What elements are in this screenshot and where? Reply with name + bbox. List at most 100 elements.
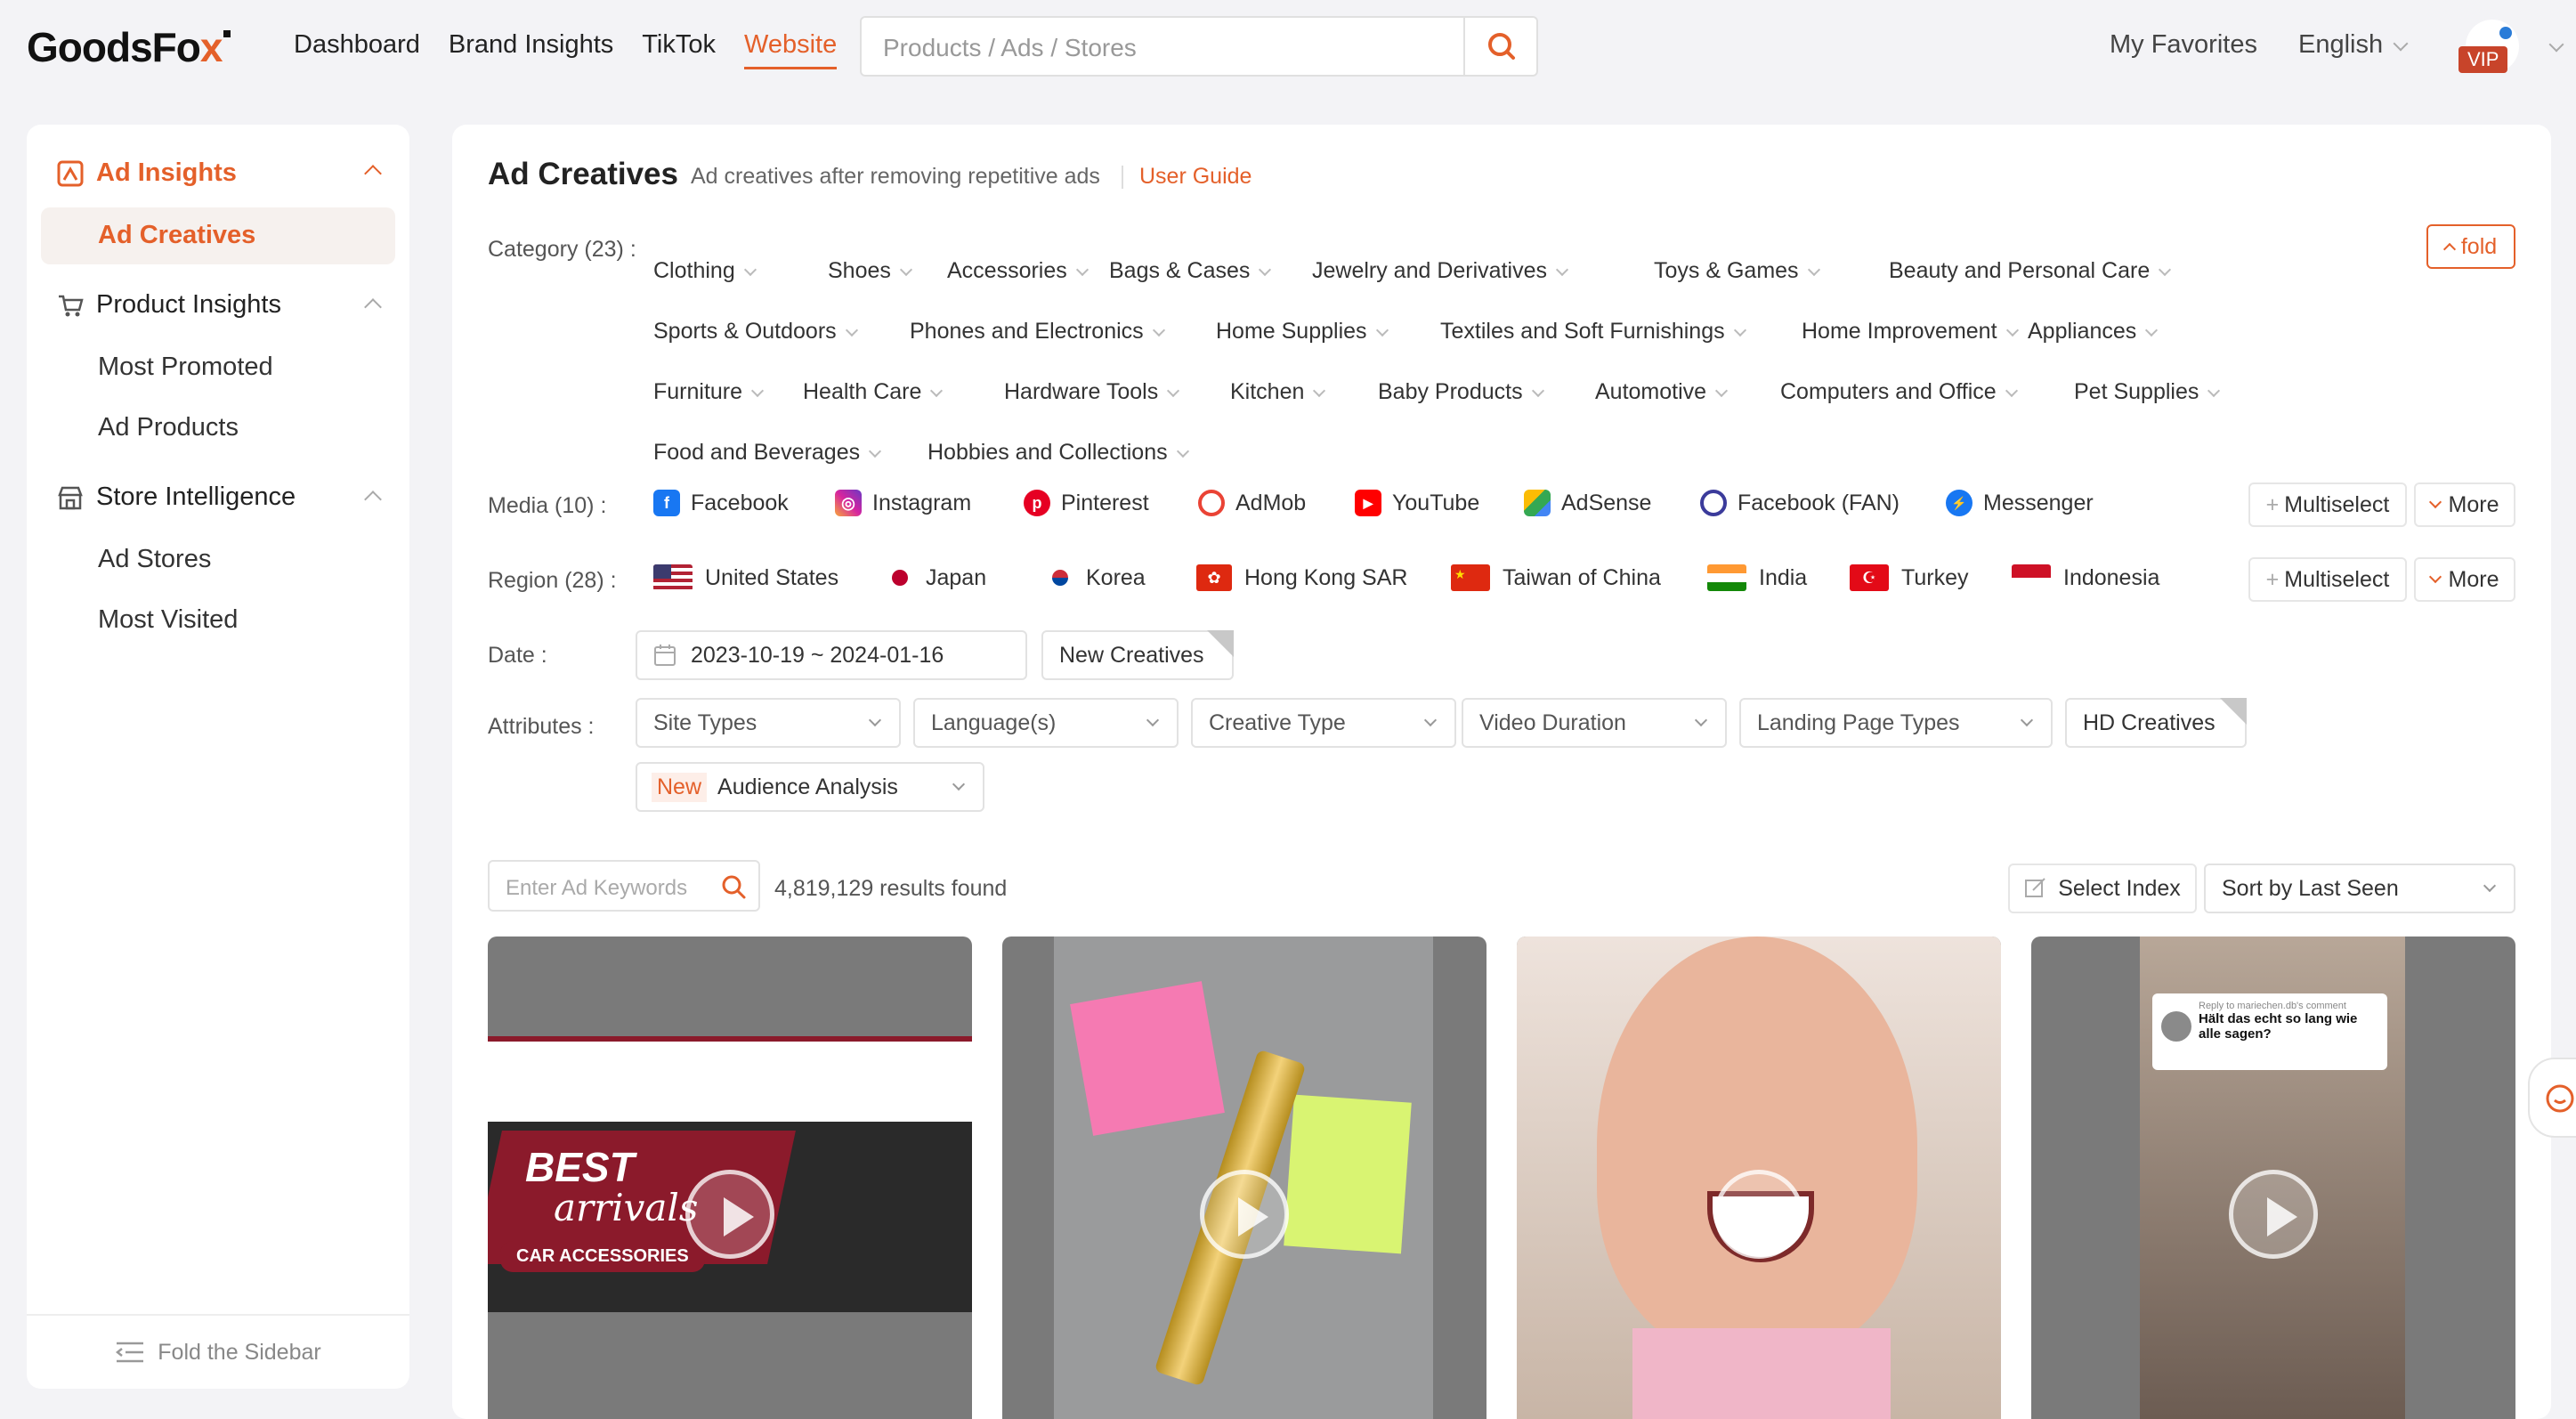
audience-analysis-select[interactable]: New Audience Analysis bbox=[636, 762, 984, 812]
category-tag[interactable]: Food and Beverages bbox=[653, 440, 882, 466]
media-more-button[interactable]: More bbox=[2414, 482, 2515, 527]
category-tag[interactable]: Hardware Tools bbox=[1004, 379, 1180, 405]
category-tag[interactable]: Jewelry and Derivatives bbox=[1312, 258, 1569, 284]
ad-card[interactable]: BEST arrivals CAR ACCESSORIES bbox=[488, 937, 972, 1419]
comment-bubble: Reply to mariechen.db's comment Hält das… bbox=[2152, 993, 2387, 1070]
my-favorites-link[interactable]: My Favorites bbox=[2110, 30, 2257, 60]
sidebar-group-product-insights[interactable]: Product Insights bbox=[57, 290, 281, 320]
search-icon[interactable] bbox=[719, 872, 748, 901]
date-label-text: Date bbox=[488, 643, 535, 668]
search-button[interactable] bbox=[1463, 18, 1536, 75]
media-youtube[interactable]: ▶ YouTube bbox=[1355, 490, 1479, 516]
chevron-down-icon bbox=[1152, 323, 1165, 337]
category-tag[interactable]: Baby Products bbox=[1378, 379, 1544, 405]
play-icon[interactable] bbox=[685, 1170, 774, 1259]
region-hong-kong[interactable]: ✿ Hong Kong SAR bbox=[1196, 564, 1407, 591]
category-tag[interactable]: Sports & Outdoors bbox=[653, 319, 858, 345]
nav-website[interactable]: Website bbox=[743, 30, 838, 69]
category-tag[interactable]: Toys & Games bbox=[1654, 258, 1820, 284]
chevron-up-icon[interactable] bbox=[364, 165, 382, 182]
play-icon[interactable] bbox=[1200, 1170, 1289, 1259]
region-more-button[interactable]: More bbox=[2414, 557, 2515, 602]
media-pinterest[interactable]: p Pinterest bbox=[1024, 490, 1149, 516]
category-tag[interactable]: Shoes bbox=[828, 258, 912, 284]
hd-creatives-toggle[interactable]: HD Creatives bbox=[2065, 698, 2247, 748]
top-header: GoodsFox Dashboard Brand Insights TikTok… bbox=[0, 0, 2576, 94]
language-filter-select[interactable]: Language(s) bbox=[913, 698, 1179, 748]
category-tag[interactable]: Home Improvement bbox=[1802, 319, 2019, 345]
category-tag[interactable]: Furniture bbox=[653, 379, 765, 405]
global-search[interactable]: Products / Ads / Stores bbox=[860, 16, 1538, 77]
sidebar-item-ad-products[interactable]: Ad Products bbox=[98, 413, 239, 442]
region-japan[interactable]: Japan bbox=[887, 564, 986, 591]
chat-support-button[interactable] bbox=[2528, 1058, 2576, 1138]
region-turkey[interactable]: ☪ Turkey bbox=[1850, 564, 1968, 591]
youtube-icon: ▶ bbox=[1355, 490, 1381, 516]
media-facebook-fan[interactable]: Facebook (FAN) bbox=[1700, 490, 1900, 516]
site-types-select[interactable]: Site Types bbox=[636, 698, 901, 748]
ad-card[interactable] bbox=[1002, 937, 1486, 1419]
region-korea[interactable]: Korea bbox=[1047, 564, 1146, 591]
chevron-up-icon[interactable] bbox=[364, 491, 382, 508]
category-tag[interactable]: Appliances bbox=[2028, 319, 2159, 345]
fold-filters-button[interactable]: fold bbox=[2426, 224, 2515, 269]
play-icon[interactable] bbox=[1714, 1170, 1803, 1259]
region-multiselect-button[interactable]: + Multiselect bbox=[2248, 557, 2407, 602]
media-adsense[interactable]: AdSense bbox=[1524, 490, 1651, 516]
landing-page-types-select[interactable]: Landing Page Types bbox=[1739, 698, 2053, 748]
sidebar-item-ad-creatives[interactable]: Ad Creatives bbox=[98, 221, 255, 250]
user-guide-link[interactable]: User Guide bbox=[1139, 164, 1252, 190]
media-facebook[interactable]: f Facebook bbox=[653, 490, 789, 516]
main-panel: Ad Creatives Ad creatives after removing… bbox=[452, 125, 2551, 1419]
video-duration-select[interactable]: Video Duration bbox=[1462, 698, 1727, 748]
category-tag[interactable]: Accessories bbox=[947, 258, 1089, 284]
nav-dashboard[interactable]: Dashboard bbox=[294, 30, 420, 69]
sidebar-group-store-intelligence[interactable]: Store Intelligence bbox=[57, 482, 296, 512]
region-india[interactable]: India bbox=[1707, 564, 1807, 591]
chevron-up-icon[interactable] bbox=[364, 298, 382, 316]
category-tag[interactable]: Bags & Cases bbox=[1109, 258, 1272, 284]
new-creatives-toggle[interactable]: New Creatives bbox=[1041, 630, 1234, 680]
category-tag[interactable]: Kitchen bbox=[1230, 379, 1326, 405]
region-name: Japan bbox=[926, 564, 987, 590]
account-chevron-icon[interactable] bbox=[2548, 36, 2564, 53]
nav-brand-insights[interactable]: Brand Insights bbox=[449, 30, 613, 69]
play-icon[interactable] bbox=[2229, 1170, 2318, 1259]
media-multiselect-button[interactable]: + Multiselect bbox=[2248, 482, 2407, 527]
category-tag[interactable]: Beauty and Personal Care bbox=[1889, 258, 2172, 284]
region-united-states[interactable]: United States bbox=[653, 564, 838, 591]
region-indonesia[interactable]: Indonesia bbox=[2012, 564, 2159, 591]
sidebar-item-most-visited[interactable]: Most Visited bbox=[98, 605, 238, 635]
korea-flag-icon bbox=[1047, 564, 1073, 591]
media-messenger[interactable]: ⚡ Messenger bbox=[1946, 490, 2094, 516]
ad-keyword-input[interactable]: Enter Ad Keywords bbox=[488, 860, 760, 912]
sort-select[interactable]: Sort by Last Seen bbox=[2204, 864, 2515, 913]
sidebar-item-most-promoted[interactable]: Most Promoted bbox=[98, 353, 273, 382]
category-tag[interactable]: Phones and Electronics bbox=[910, 319, 1165, 345]
search-input[interactable]: Products / Ads / Stores bbox=[883, 34, 1137, 62]
category-tag[interactable]: Automotive bbox=[1595, 379, 1729, 405]
media-instagram[interactable]: ◎ Instagram bbox=[835, 490, 971, 516]
ad-card[interactable]: Reply to mariechen.db's comment Hält das… bbox=[2031, 937, 2515, 1419]
hong-kong-flag-icon: ✿ bbox=[1196, 564, 1232, 591]
category-tag[interactable]: Home Supplies bbox=[1216, 319, 1389, 345]
nav-tiktok[interactable]: TikTok bbox=[642, 30, 716, 69]
select-index-button[interactable]: Select Index bbox=[2008, 864, 2197, 913]
date-range-picker[interactable]: 2023-10-19 ~ 2024-01-16 bbox=[636, 630, 1027, 680]
category-tag[interactable]: Clothing bbox=[653, 258, 757, 284]
category-tag[interactable]: Health Care bbox=[803, 379, 944, 405]
fold-sidebar-button[interactable]: Fold the Sidebar bbox=[27, 1314, 409, 1389]
category-tag[interactable]: Hobbies and Collections bbox=[928, 440, 1189, 466]
sidebar-item-ad-stores[interactable]: Ad Stores bbox=[98, 545, 211, 574]
region-taiwan[interactable]: ★ Taiwan of China bbox=[1451, 564, 1661, 591]
language-select[interactable]: English bbox=[2298, 30, 2409, 60]
creative-type-select[interactable]: Creative Type bbox=[1191, 698, 1456, 748]
media-admob[interactable]: AdMob bbox=[1198, 490, 1306, 516]
sidebar-group-ad-insights[interactable]: Ad Insights bbox=[57, 158, 237, 188]
plus-icon: + bbox=[2265, 566, 2280, 592]
category-tag[interactable]: Textiles and Soft Furnishings bbox=[1440, 319, 1746, 345]
goodsfox-logo[interactable]: GoodsFox bbox=[27, 23, 231, 71]
category-tag[interactable]: Pet Supplies bbox=[2074, 379, 2221, 405]
category-tag[interactable]: Computers and Office bbox=[1780, 379, 2018, 405]
ad-card[interactable] bbox=[1517, 937, 2001, 1419]
